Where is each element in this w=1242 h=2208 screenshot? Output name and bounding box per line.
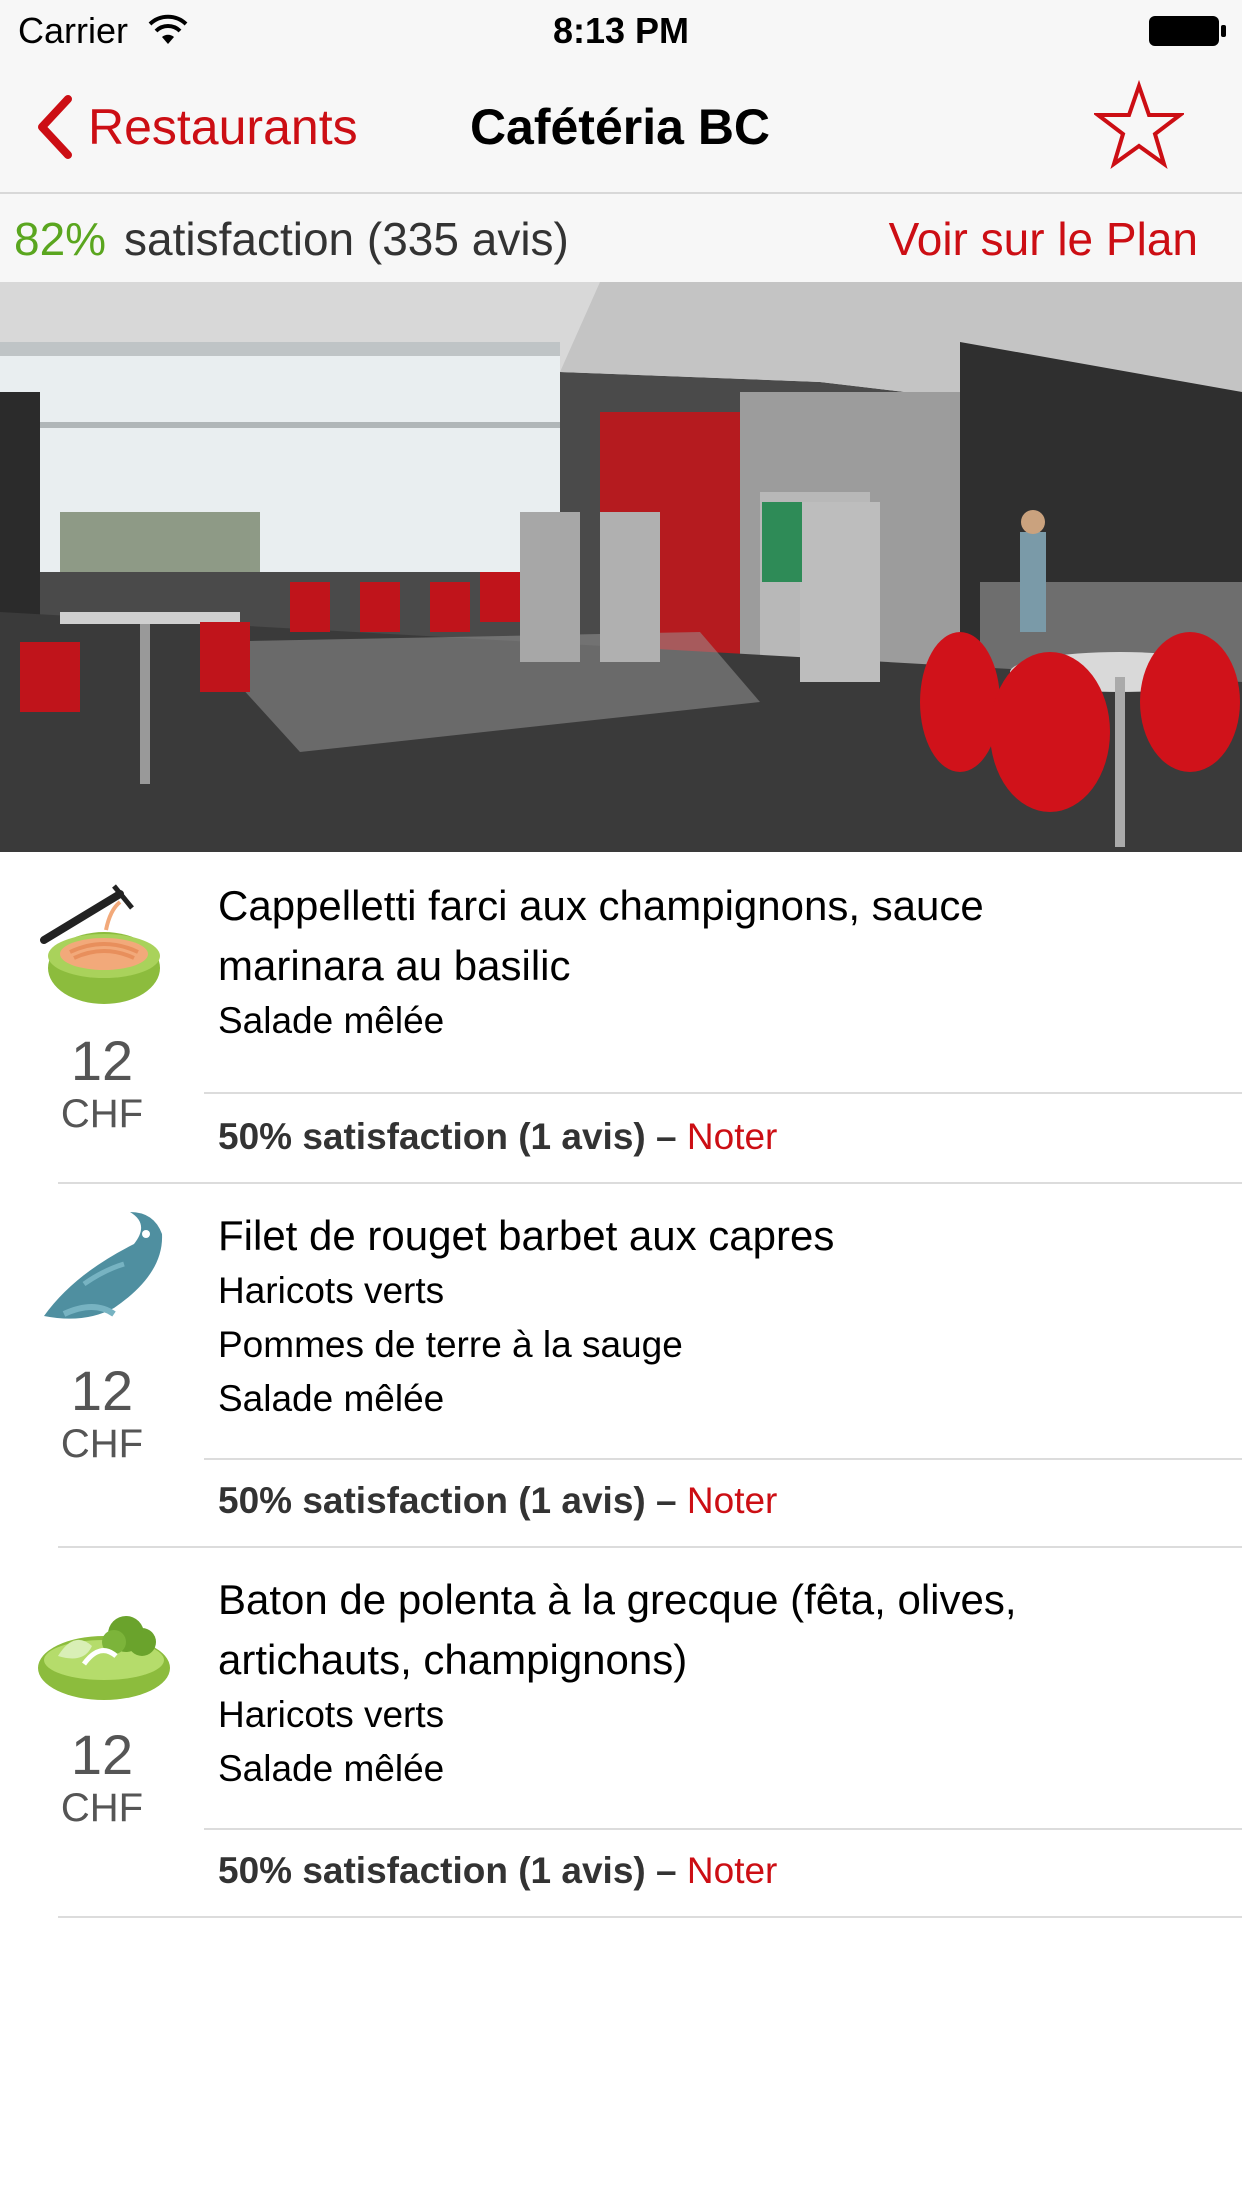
dish-title: Cappelletti farci aux champignons, sauce…	[218, 882, 984, 989]
dish-rating: 50% satisfaction (1 avis) – Noter	[218, 1480, 778, 1521]
restaurant-detail-screen: Carrier 8:13 PM Restaurants Cafétéria BC…	[0, 0, 1242, 2208]
divider	[204, 1092, 1242, 1094]
dish-rating: 50% satisfaction (1 avis) – Noter	[218, 1850, 778, 1891]
divider	[204, 1458, 1242, 1460]
navigation-bar: Restaurants Cafétéria BC	[0, 62, 1242, 194]
price-value: 12	[70, 1029, 134, 1092]
pasta-icon	[40, 884, 160, 1004]
dish-rating: 50% satisfaction (1 avis) – Noter	[218, 1116, 778, 1157]
status-bar: Carrier 8:13 PM	[0, 0, 1242, 62]
price-currency: CHF	[60, 1786, 144, 1830]
salad-icon	[38, 1616, 170, 1700]
star-icon[interactable]	[1094, 80, 1184, 170]
price-value: 12	[70, 1359, 134, 1422]
divider	[58, 1182, 1242, 1184]
price-currency: CHF	[60, 1092, 144, 1136]
price-value: 12	[70, 1723, 134, 1786]
chevron-left-icon	[38, 95, 72, 159]
rate-button[interactable]: Noter	[687, 1480, 777, 1521]
fish-icon	[44, 1212, 163, 1319]
satisfaction-percent: 82%	[14, 213, 107, 265]
dish-side: Haricots verts	[218, 1694, 445, 1735]
divider	[58, 1916, 1242, 1918]
back-label: Restaurants	[88, 99, 358, 155]
cafeteria-interior-image	[0, 282, 1242, 852]
dish-title: Baton de polenta à la grecque (fêta, oli…	[218, 1576, 1017, 1683]
divider	[58, 1546, 1242, 1548]
view-on-map-link[interactable]: Voir sur le Plan	[889, 212, 1198, 266]
battery-icon	[1149, 16, 1226, 46]
dish-side: Salade mêlée	[218, 1748, 445, 1789]
satisfaction-summary: 82% satisfaction (335 avis) Voir sur le …	[0, 194, 1242, 282]
back-button[interactable]: Restaurants	[34, 92, 358, 162]
page-title: Cafétéria BC	[469, 99, 771, 155]
rate-button[interactable]: Noter	[687, 1850, 777, 1891]
dish-side: Salade mêlée	[218, 1000, 445, 1041]
satisfaction-text: satisfaction (335 avis)	[124, 213, 569, 265]
status-time: 8:13 PM	[552, 10, 690, 51]
divider	[204, 1828, 1242, 1830]
dish-title: Filet de rouget barbet aux capres	[218, 1212, 835, 1259]
dish-side: Pommes de terre à la sauge	[218, 1324, 683, 1365]
rate-button[interactable]: Noter	[687, 1116, 777, 1157]
dish-side: Haricots verts	[218, 1270, 445, 1311]
cafeteria-photo	[0, 282, 1242, 852]
dish-side: Salade mêlée	[218, 1378, 445, 1419]
price-currency: CHF	[60, 1422, 144, 1466]
